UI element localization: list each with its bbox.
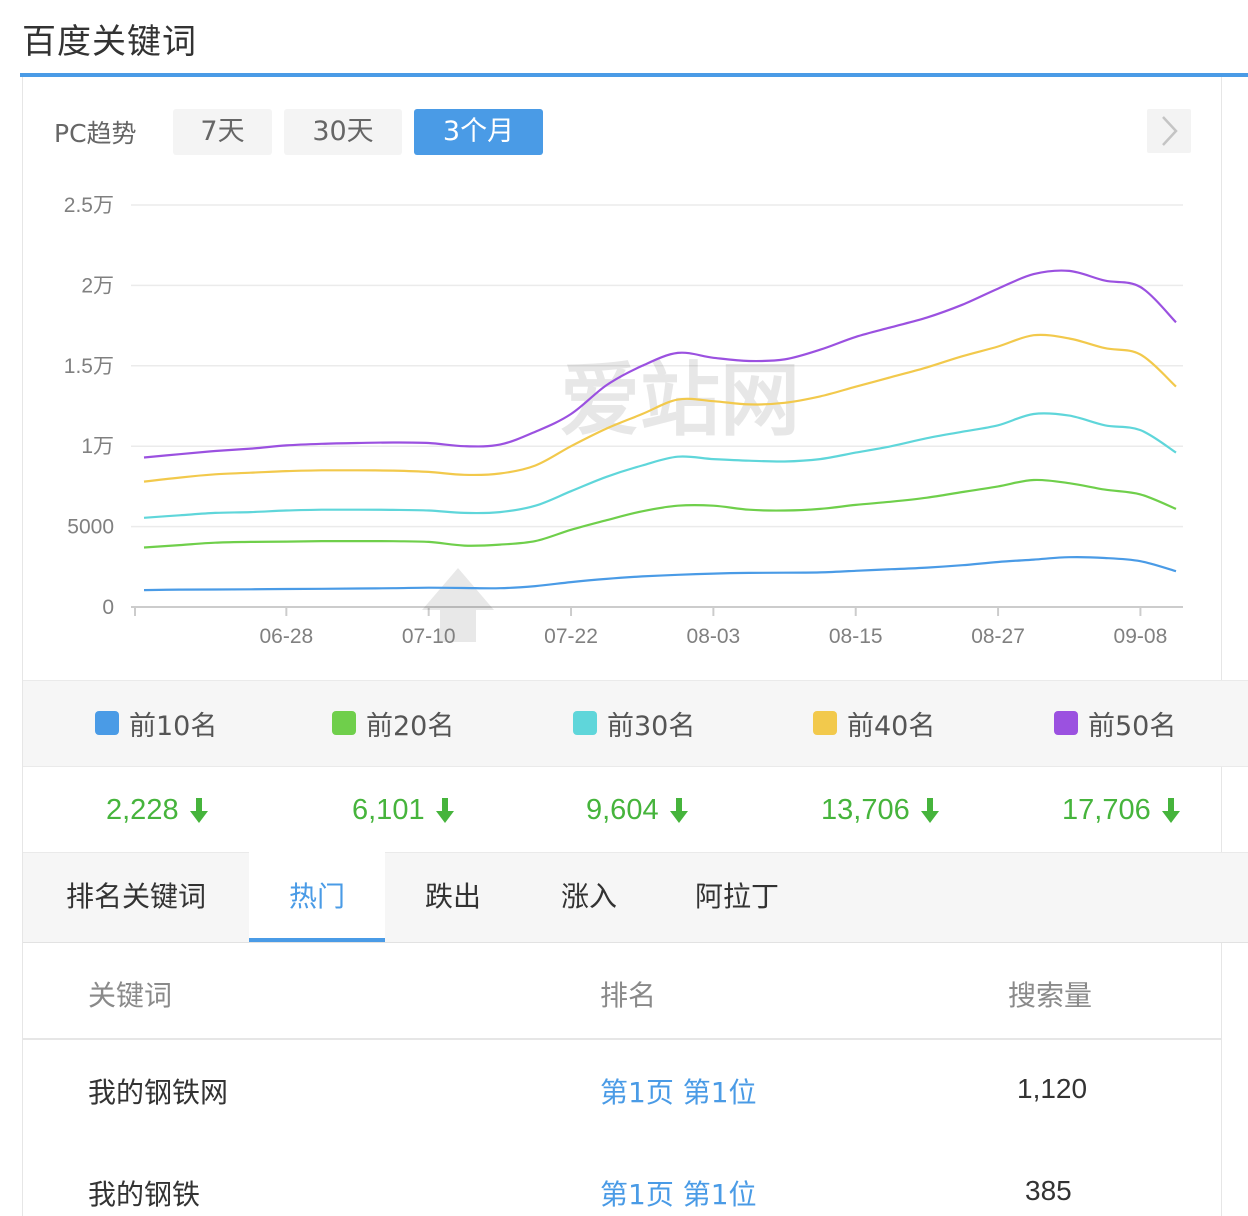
y-tick-label: 2.5万 [64, 194, 114, 217]
legend-item-top20: 前20名 [332, 705, 455, 742]
x-tick-label: 06-28 [259, 625, 313, 648]
value-top30: 9,604 [586, 790, 689, 830]
value-top50: 17,706 [1062, 790, 1181, 830]
legend-item-top50: 前50名 [1054, 705, 1177, 742]
arrow-down-icon [920, 798, 939, 823]
trend-label: PC趋势 [54, 119, 137, 148]
legend-item-top10: 前10名 [95, 705, 218, 742]
next-button[interactable] [1147, 109, 1191, 153]
chevron-right-icon [1162, 116, 1178, 146]
trend-chart: 爱站网 0 5000 1万 1.5万 2万 2.5万 06-28 07-10 07-22 08-0… [64, 194, 1183, 648]
title-underline [20, 73, 1248, 77]
keyword-cell[interactable]: 我的钢铁 [88, 1173, 200, 1213]
column-header-keyword: 关键词 [88, 979, 173, 1012]
panel-border-right [1221, 77, 1222, 1216]
x-tick-label: 07-22 [544, 625, 598, 648]
range-7d-button[interactable]: 7天 [173, 109, 272, 155]
value-number: 17,706 [1062, 793, 1151, 826]
arrow-down-icon [669, 798, 688, 823]
tab-moved-in[interactable]: 涨入 [521, 852, 657, 941]
page-title: 百度关键词 [22, 22, 197, 62]
series-line-1 [143, 556, 1177, 592]
x-tick-label: 08-15 [829, 625, 883, 648]
value-top10: 2,228 [106, 790, 209, 830]
table-header-divider [23, 1038, 1221, 1040]
legend-item-top30: 前30名 [573, 705, 696, 742]
watermark-text: 爱站网 [560, 356, 800, 445]
legend-swatch [95, 711, 119, 735]
range-30d-button[interactable]: 30天 [284, 109, 402, 155]
range-3m-button[interactable]: 3个月 [414, 109, 543, 155]
arrow-down-icon [189, 798, 208, 823]
column-header-rank: 排名 [600, 979, 657, 1012]
value-number: 9,604 [586, 793, 659, 826]
value-top40: 13,706 [821, 790, 940, 830]
y-tick-label: 1.5万 [64, 355, 114, 378]
x-tick-label: 09-08 [1114, 625, 1168, 648]
y-tick-label: 0 [102, 596, 114, 619]
value-number: 6,101 [352, 793, 425, 826]
legend-label: 前50名 [1088, 710, 1177, 742]
volume-cell: 1,120 [1017, 1073, 1088, 1104]
legend-swatch [332, 711, 356, 735]
legend-label: 前40名 [847, 710, 936, 742]
x-tick-label: 08-03 [687, 625, 741, 648]
tab-hot[interactable]: 热门 [249, 852, 385, 942]
x-tick-label: 08-27 [971, 625, 1025, 648]
legend-label: 前20名 [366, 710, 455, 742]
legend-label: 前10名 [129, 710, 218, 742]
y-tick-label: 2万 [81, 274, 114, 297]
tab-dropped-out[interactable]: 跌出 [385, 852, 521, 941]
value-number: 13,706 [821, 793, 910, 826]
tab-aladdin[interactable]: 阿拉丁 [657, 852, 817, 941]
value-top20: 6,101 [352, 790, 455, 830]
arrow-down-icon [435, 798, 454, 823]
y-tick-label: 5000 [67, 516, 114, 539]
legend-swatch [573, 711, 597, 735]
x-tick-label: 07-10 [402, 625, 456, 648]
legend-swatch [1054, 711, 1078, 735]
keyword-cell[interactable]: 我的钢铁网 [88, 1071, 228, 1111]
legend-label: 前30名 [607, 710, 696, 742]
tab-ranking-keywords[interactable]: 排名关键词 [23, 852, 249, 941]
legend-swatch [813, 711, 837, 735]
value-number: 2,228 [106, 793, 179, 826]
volume-cell: 385 [1025, 1175, 1072, 1206]
series-line-2 [143, 478, 1177, 549]
y-tick-label: 1万 [81, 435, 114, 458]
rank-cell[interactable]: 第1页 第1位 [600, 1071, 757, 1111]
legend-item-top40: 前40名 [813, 705, 936, 742]
column-header-volume: 搜索量 [1008, 979, 1093, 1012]
rank-cell[interactable]: 第1页 第1位 [600, 1173, 757, 1213]
arrow-down-icon [1161, 798, 1180, 823]
